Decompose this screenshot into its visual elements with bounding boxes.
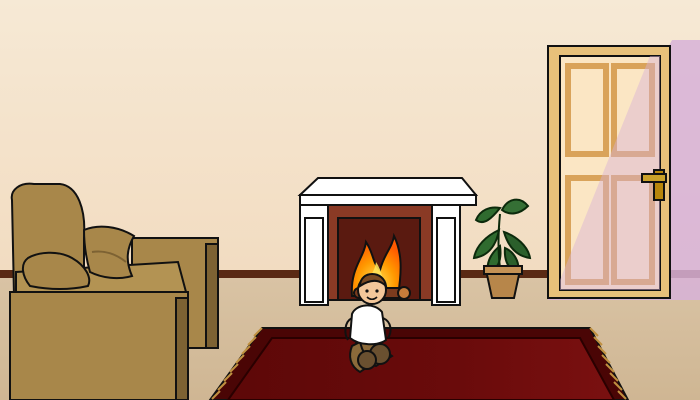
game-scene bbox=[0, 0, 700, 400]
scene-canvas bbox=[0, 0, 700, 400]
rug[interactable] bbox=[208, 327, 630, 400]
fireplace[interactable] bbox=[297, 177, 479, 306]
door[interactable] bbox=[547, 40, 700, 300]
